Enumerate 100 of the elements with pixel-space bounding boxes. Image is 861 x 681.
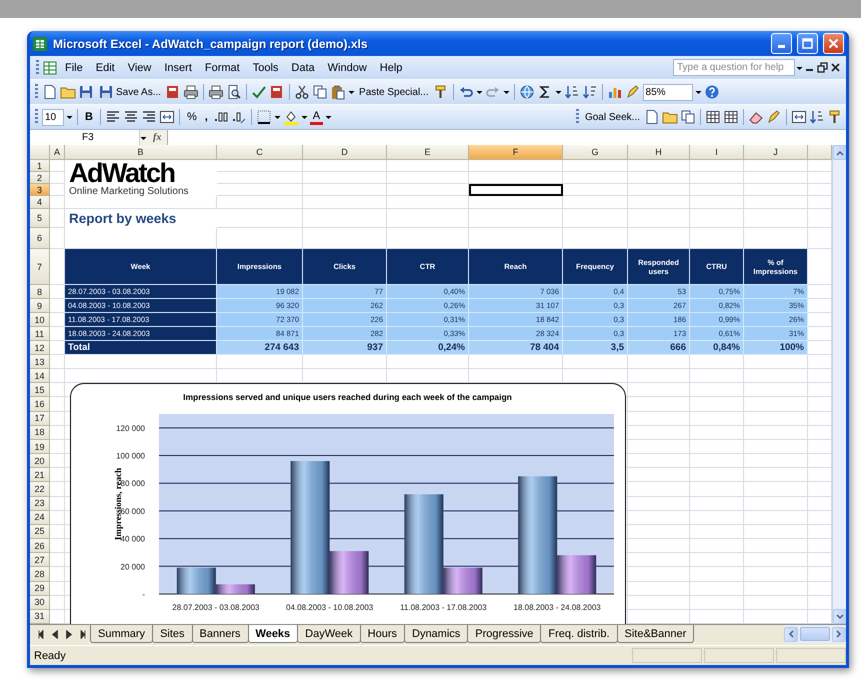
grid-cell[interactable] — [50, 553, 65, 568]
grid-cell[interactable] — [690, 553, 744, 568]
name-box[interactable]: F3 — [30, 130, 140, 145]
row-header[interactable]: 6 — [30, 228, 50, 249]
sheet-tab[interactable]: Weeks — [248, 625, 298, 643]
row-header[interactable]: 23 — [30, 496, 50, 511]
grid-cell[interactable] — [744, 426, 808, 440]
grid-cell[interactable] — [744, 582, 808, 596]
grid-cell[interactable] — [50, 172, 65, 184]
grid-cell[interactable] — [628, 596, 690, 610]
grid-cell[interactable] — [563, 209, 628, 228]
grid-cell[interactable] — [387, 172, 469, 184]
grid-cell[interactable] — [50, 426, 65, 440]
grid-cell[interactable] — [628, 539, 690, 554]
row-header[interactable]: 2 — [30, 172, 50, 184]
grid-cell[interactable] — [50, 524, 65, 540]
grid-cell[interactable] — [50, 482, 65, 497]
scissors-icon[interactable] — [294, 84, 310, 100]
grid-cell[interactable] — [50, 228, 65, 249]
grid-cell[interactable] — [628, 209, 690, 228]
formula-field[interactable] — [167, 130, 846, 145]
row-header[interactable]: 28 — [30, 567, 50, 582]
grid-cell[interactable] — [690, 567, 744, 582]
table-icon[interactable] — [705, 109, 721, 125]
grid-cell[interactable] — [50, 209, 65, 228]
grid-cell[interactable] — [628, 567, 690, 582]
grid-cell[interactable] — [387, 184, 469, 196]
grid-cell[interactable] — [563, 184, 628, 196]
spreadsheet-icon[interactable] — [42, 60, 58, 76]
sort-descending-icon[interactable] — [582, 84, 598, 100]
sheet-tab[interactable]: Summary — [90, 625, 154, 643]
grid-cell[interactable] — [628, 383, 690, 398]
grid-cell[interactable] — [744, 160, 808, 172]
grid-cell[interactable] — [690, 426, 744, 440]
grid-cell[interactable] — [690, 160, 744, 172]
row-header[interactable]: 25 — [30, 524, 50, 540]
grid-cell[interactable] — [690, 412, 744, 426]
grid-cell[interactable] — [744, 172, 808, 184]
grid-cell[interactable] — [50, 582, 65, 596]
comma-style-button[interactable]: , — [202, 111, 211, 123]
grid-cell[interactable] — [744, 196, 808, 209]
toolbar-grip[interactable] — [35, 109, 38, 125]
grid-cell[interactable] — [563, 172, 628, 184]
grid-cell[interactable] — [690, 397, 744, 412]
grid-cell[interactable] — [50, 383, 65, 398]
grid-cell[interactable] — [50, 596, 65, 610]
paste-special-button[interactable]: Paste Special... — [357, 82, 431, 102]
row-header[interactable]: 12 — [30, 341, 50, 355]
grid-cell[interactable] — [50, 369, 65, 384]
scroll-left-button[interactable] — [784, 626, 798, 642]
row-header[interactable]: 20 — [30, 454, 50, 468]
menu-item[interactable]: Format — [198, 60, 246, 76]
row-header[interactable]: 18 — [30, 426, 50, 440]
table-icon[interactable] — [723, 109, 739, 125]
row-header[interactable]: 1 — [30, 160, 50, 172]
paint-bucket-icon[interactable] — [282, 109, 299, 125]
grid-cell[interactable] — [628, 454, 690, 468]
save-as-button[interactable]: Save As... — [96, 82, 164, 102]
pencil-icon[interactable] — [766, 109, 782, 125]
grid-cell[interactable] — [744, 369, 808, 384]
document-icon[interactable] — [42, 84, 58, 100]
row-header[interactable]: 14 — [30, 369, 50, 384]
grid-cell[interactable] — [303, 196, 387, 209]
grid-cell[interactable] — [744, 454, 808, 468]
grid-cell[interactable] — [628, 482, 690, 497]
vertical-scrollbar[interactable] — [832, 145, 846, 624]
chart-panel[interactable] — [70, 383, 626, 624]
grid-cell[interactable] — [690, 468, 744, 482]
help-icon[interactable] — [704, 84, 720, 100]
toolbar-grip[interactable] — [576, 109, 579, 125]
grid-cell[interactable] — [563, 196, 628, 209]
grid-cell[interactable] — [217, 172, 303, 184]
sort-ascending-icon[interactable] — [809, 109, 825, 125]
row-header[interactable]: 7 — [30, 249, 50, 285]
grid-cell[interactable] — [387, 196, 469, 209]
row-header[interactable]: 8 — [30, 285, 50, 299]
grid-cell[interactable] — [690, 184, 744, 196]
grid-cell[interactable] — [628, 510, 690, 525]
grid-cell[interactable] — [50, 539, 65, 554]
row-header[interactable]: 13 — [30, 355, 50, 370]
goal-seek-button[interactable]: Goal Seek... — [582, 107, 642, 127]
row-header[interactable]: 17 — [30, 412, 50, 426]
horizontal-scrollbar[interactable] — [784, 625, 846, 643]
sheet-tab[interactable]: Site&Banner — [616, 625, 694, 643]
grid-cell[interactable] — [50, 440, 65, 454]
grid-cell[interactable] — [628, 440, 690, 454]
column-header[interactable]: I — [690, 145, 744, 160]
grid-cell[interactable] — [690, 482, 744, 497]
grid-cell[interactable] — [744, 553, 808, 568]
grid-cell[interactable] — [690, 196, 744, 209]
menu-item[interactable]: Window — [322, 60, 373, 76]
grid-cell[interactable] — [303, 160, 387, 172]
row-header[interactable]: 22 — [30, 482, 50, 497]
menu-item[interactable]: Tools — [246, 60, 284, 76]
grid-cell[interactable] — [628, 426, 690, 440]
grid-cell[interactable] — [744, 184, 808, 196]
grid-cell[interactable] — [50, 397, 65, 412]
column-header[interactable]: F — [469, 145, 563, 160]
grid-cell[interactable] — [50, 412, 65, 426]
menu-item[interactable]: Data — [285, 60, 321, 76]
